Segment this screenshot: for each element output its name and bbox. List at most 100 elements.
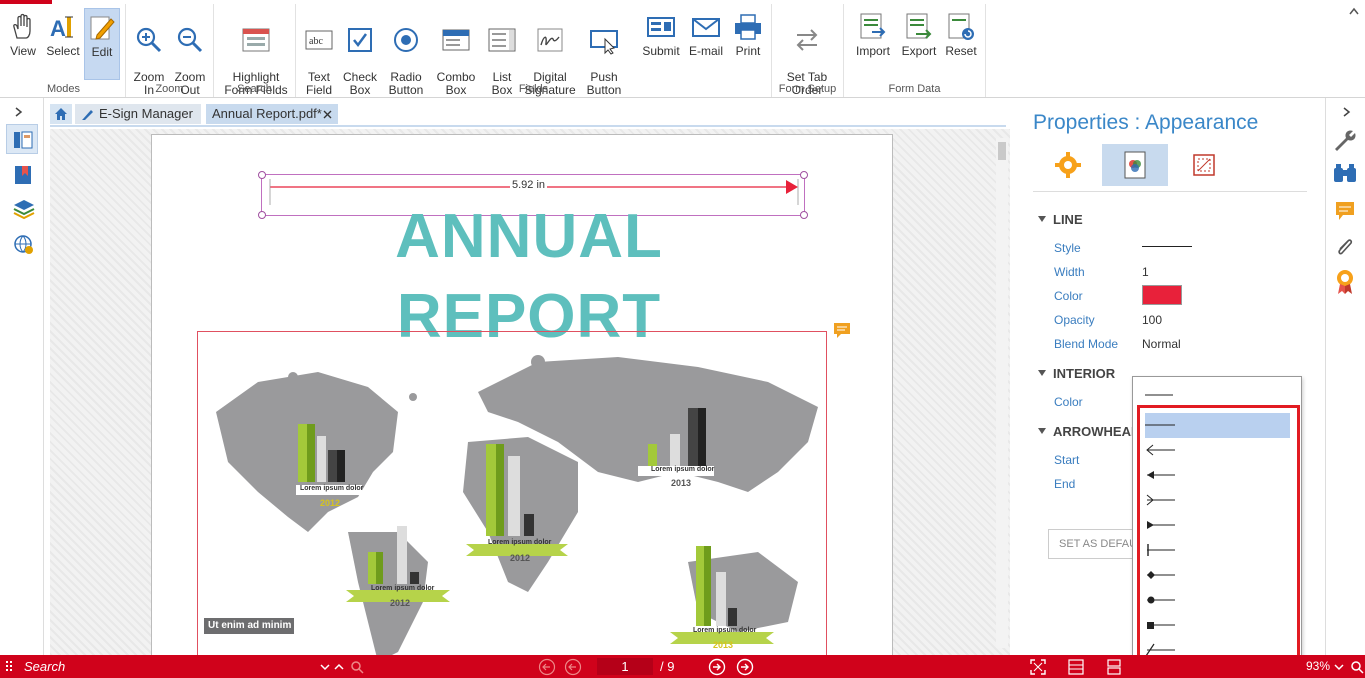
- section-line[interactable]: LINE: [1038, 212, 1083, 227]
- reset-button[interactable]: Reset: [942, 8, 980, 80]
- caption-banner: Ut enim ad minim: [204, 618, 294, 634]
- zoom-out-button[interactable]: Zoom Out: [170, 8, 210, 97]
- modes-group-label: Modes: [46, 83, 81, 95]
- previous-page-icon[interactable]: [564, 658, 582, 676]
- scrollbar-thumb[interactable]: [998, 142, 1006, 160]
- links-globe-icon[interactable]: [13, 234, 35, 256]
- chart-label: Lorem ipsum dolor: [488, 539, 552, 546]
- continuous-page-icon[interactable]: [1106, 659, 1122, 675]
- chart-year: 2013: [713, 640, 734, 650]
- group-modes: View A Select Edit Modes: [2, 4, 126, 97]
- certificate-badge-icon[interactable]: [1334, 268, 1356, 296]
- zoom-in-button[interactable]: Zoom In: [130, 8, 168, 97]
- tab-appearance[interactable]: [1102, 144, 1168, 186]
- zoom-dropdown-icon[interactable]: [1334, 662, 1344, 672]
- arrow-end-label: End: [1054, 477, 1076, 491]
- thumbnails-panel-button[interactable]: [6, 124, 38, 154]
- width-value[interactable]: 1: [1142, 265, 1149, 279]
- collapse-ribbon-icon[interactable]: [1348, 6, 1360, 16]
- layers-icon[interactable]: [13, 198, 35, 220]
- combo-box-icon: [442, 29, 470, 51]
- edit-button[interactable]: Edit: [84, 8, 120, 80]
- properties-title: Properties : Appearance: [1033, 111, 1259, 134]
- page-number-input[interactable]: 1: [597, 658, 653, 675]
- dropdown-highlight-frame: [1137, 405, 1300, 668]
- set-tab-order-button[interactable]: Set Tab Order: [780, 8, 834, 97]
- print-button[interactable]: Print: [728, 8, 768, 80]
- collapse-right-panel-icon[interactable]: [1340, 106, 1352, 118]
- tab-report-label: Annual Report.pdf*: [212, 106, 322, 121]
- attachments-icon[interactable]: [1334, 236, 1356, 258]
- first-page-icon[interactable]: [538, 658, 556, 676]
- expand-left-panel-icon[interactable]: [12, 106, 24, 118]
- document-canvas[interactable]: 5.92 in ANNUAL REPORT Lorem ipsum dolor …: [50, 129, 1010, 655]
- email-label: E-mail: [688, 44, 723, 58]
- properties-separator: [1033, 191, 1307, 192]
- digital-signature-button[interactable]: Digital Signature: [524, 8, 576, 97]
- zoom-level[interactable]: 93%: [1306, 659, 1330, 673]
- view-button[interactable]: View: [4, 8, 42, 80]
- tab-annual-report[interactable]: Annual Report.pdf*: [206, 104, 338, 124]
- chart-label: Lorem ipsum dolor: [371, 585, 435, 592]
- bookmarks-icon[interactable]: [13, 164, 33, 186]
- search-group-label: Search: [237, 83, 272, 95]
- select-button[interactable]: A Select: [44, 8, 82, 80]
- fit-width-icon[interactable]: [1068, 659, 1084, 675]
- line-color-swatch[interactable]: [1142, 285, 1182, 305]
- chart-year: 2013: [671, 478, 692, 488]
- wrench-icon[interactable]: [1332, 128, 1358, 152]
- blend-mode-value[interactable]: Normal: [1142, 337, 1181, 351]
- highlight-form-fields-button[interactable]: Highlight Form Fields: [218, 8, 294, 97]
- section-interior[interactable]: INTERIOR: [1038, 366, 1115, 381]
- tab-general[interactable]: [1034, 144, 1100, 186]
- text-field-button[interactable]: abc Text Field: [300, 8, 338, 97]
- list-box-button[interactable]: List Box: [482, 8, 522, 97]
- chart-year: 2012: [510, 553, 531, 563]
- ribbon: View A Select Edit Modes Zoom In Zoom Ou…: [0, 0, 1365, 98]
- vertical-scrollbar[interactable]: [996, 138, 1008, 648]
- push-button-button[interactable]: Push Button: [580, 8, 628, 97]
- section-arrowhead[interactable]: ARROWHEAD: [1038, 424, 1135, 439]
- radio-button-button[interactable]: Radio Button: [384, 8, 428, 97]
- home-tab[interactable]: [50, 104, 72, 124]
- check-box-button[interactable]: Check Box: [340, 8, 380, 97]
- signature-icon: [537, 28, 563, 52]
- email-button[interactable]: E-mail: [686, 8, 726, 80]
- combo-box-button[interactable]: Combo Box: [432, 8, 480, 97]
- import-label: Import: [855, 44, 890, 58]
- search-icon[interactable]: [350, 660, 364, 674]
- list-box-icon: [488, 28, 516, 52]
- next-page-icon[interactable]: [708, 658, 726, 676]
- chart-label: Lorem ipsum dolor: [651, 466, 715, 473]
- export-label: Export: [901, 44, 937, 58]
- fit-page-icon[interactable]: [1030, 659, 1046, 675]
- search-input[interactable]: Search: [24, 659, 334, 675]
- zoom-in-icon: [136, 27, 162, 53]
- import-button[interactable]: Import: [852, 8, 894, 80]
- export-button[interactable]: Export: [898, 8, 940, 80]
- binoculars-icon[interactable]: [1332, 162, 1358, 184]
- comment-note-icon[interactable]: [833, 322, 851, 340]
- grip-icon[interactable]: [6, 661, 18, 673]
- group-form-setup: Set Tab Order Form Setup: [772, 4, 844, 97]
- last-page-icon[interactable]: [736, 658, 754, 676]
- opacity-value[interactable]: 100: [1142, 313, 1162, 327]
- edit-pencil-icon: [90, 16, 115, 40]
- gear-icon: [1055, 152, 1081, 178]
- submit-button[interactable]: Submit: [638, 8, 684, 80]
- tab-border[interactable]: [1170, 144, 1236, 186]
- reset-label: Reset: [945, 44, 977, 58]
- tab-order-icon: [796, 29, 818, 51]
- view-label: View: [10, 44, 36, 58]
- blend-mode-label: Blend Mode: [1054, 337, 1119, 351]
- tab-esign-manager[interactable]: E-Sign Manager: [75, 104, 201, 124]
- import-icon: [860, 13, 886, 39]
- comments-icon[interactable]: [1334, 200, 1356, 222]
- chevron-up-icon[interactable]: [334, 662, 344, 672]
- chevron-down-icon[interactable]: [320, 662, 330, 672]
- color-label: Color: [1054, 289, 1083, 303]
- zoom-search-icon[interactable]: [1350, 660, 1364, 674]
- measure-label: 5.92 in: [510, 179, 548, 191]
- style-value-line[interactable]: [1142, 246, 1192, 247]
- close-tab-icon[interactable]: [323, 110, 332, 119]
